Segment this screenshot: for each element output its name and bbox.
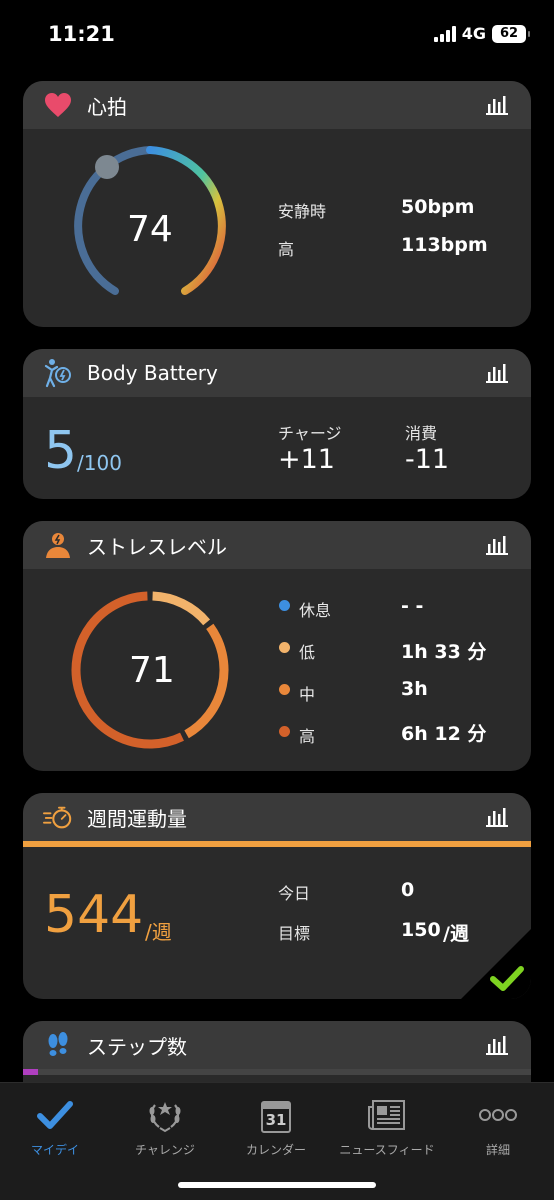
weekly-activity-unit: /週	[145, 920, 172, 944]
status-time: 11:21	[48, 22, 115, 46]
status-right: 4G 62	[433, 24, 530, 43]
home-indicator	[178, 1182, 376, 1188]
steps-title: ステップ数	[87, 1034, 187, 1059]
steps-header: ステップ数	[23, 1021, 531, 1069]
body-battery-header: Body Battery	[23, 349, 531, 397]
stopwatch-icon	[43, 802, 73, 832]
high-hr-value: 113bpm	[401, 234, 488, 256]
stress-title: ストレスレベル	[87, 534, 227, 559]
goal-label: 目標	[278, 924, 311, 943]
bar-chart-icon[interactable]	[485, 1034, 509, 1056]
tab-label: 詳細	[485, 1143, 510, 1157]
tab-label: チャレンジ	[135, 1143, 195, 1157]
charge-value: +11	[278, 444, 335, 475]
stress-segment-low	[152, 591, 211, 626]
more-dots-icon	[443, 1095, 553, 1135]
stress-high-value: 6h 12 分	[401, 723, 487, 745]
stress-rest-value: - -	[401, 595, 424, 617]
tab-label: カレンダー	[245, 1143, 306, 1157]
drain-value: -11	[405, 444, 450, 475]
today-value: 0	[401, 879, 415, 901]
tab-challenges[interactable]: チャレンジ	[110, 1095, 220, 1158]
today-label: 今日	[278, 884, 311, 903]
high-dot	[279, 726, 290, 737]
stress-medium-label: 中	[299, 685, 316, 704]
tab-label: マイデイ	[30, 1143, 79, 1157]
resting-hr-label: 安静時	[278, 202, 327, 221]
low-dot	[279, 642, 290, 653]
signal-icon	[433, 25, 456, 42]
network-type: 4G	[461, 24, 486, 43]
heart-rate-card[interactable]: 心拍 74 安静時 50bpm 高 113bpm	[23, 81, 531, 327]
bar-chart-icon[interactable]	[485, 362, 509, 384]
stress-segment-medium	[184, 623, 229, 739]
newspaper-icon	[332, 1095, 442, 1135]
steps-progress-track	[23, 1069, 531, 1075]
heart-rate-header: 心拍	[23, 81, 531, 129]
body-battery-title: Body Battery	[87, 361, 218, 385]
gauge-marker	[95, 155, 119, 179]
stress-medium-value: 3h	[401, 678, 428, 700]
body-battery-level: 5	[44, 421, 78, 481]
tab-more[interactable]: 詳細	[443, 1095, 553, 1158]
charge-label: チャージ	[278, 424, 342, 443]
stress-card[interactable]: ストレスレベル 71 休息 - - 低 1h 33 分 中 3h 高 6h 12…	[23, 521, 531, 771]
stress-low-value: 1h 33 分	[401, 641, 487, 663]
status-bar: 11:21 4G 62	[0, 0, 554, 64]
bar-chart-icon[interactable]	[485, 94, 509, 116]
heart-rate-current: 74	[127, 209, 173, 250]
stress-person-icon	[43, 530, 73, 560]
resting-hr-value: 50bpm	[401, 196, 475, 218]
heart-icon	[43, 90, 73, 120]
weekly-progress-bar	[23, 841, 531, 847]
stress-rest-label: 休息	[299, 601, 332, 620]
steps-progress-fill	[23, 1069, 38, 1075]
medium-dot	[279, 684, 290, 695]
stress-level: 71	[129, 650, 175, 691]
weekly-activity-card[interactable]: 週間運動量 544 /週 今日 0 目標 150 /週	[23, 793, 531, 999]
body-battery-max: /100	[77, 451, 122, 475]
tab-my-day[interactable]: マイデイ	[0, 1095, 110, 1158]
stress-high-label: 高	[299, 727, 316, 746]
calendar-icon: 31	[221, 1095, 331, 1135]
check-icon	[0, 1095, 110, 1135]
goal-value: 150	[401, 919, 441, 941]
footsteps-icon	[43, 1030, 73, 1060]
drain-label: 消費	[405, 424, 438, 443]
stress-header: ストレスレベル	[23, 521, 531, 569]
body-battery-icon	[43, 358, 73, 388]
tab-calendar[interactable]: 31 カレンダー	[221, 1095, 331, 1158]
heart-rate-title: 心拍	[87, 94, 127, 119]
weekly-activity-value: 544	[44, 885, 144, 945]
body-battery-card[interactable]: Body Battery 5 /100 チャージ +11 消費 -11	[23, 349, 531, 499]
rest-dot	[279, 600, 290, 611]
goal-achieved-badge	[461, 929, 531, 999]
tab-label: ニュースフィード	[339, 1143, 435, 1157]
bar-chart-icon[interactable]	[485, 534, 509, 556]
calendar-day: 31	[265, 1111, 287, 1129]
high-hr-label: 高	[278, 240, 295, 259]
battery-icon: 62	[492, 24, 530, 43]
bar-chart-icon[interactable]	[485, 806, 509, 828]
weekly-activity-header: 週間運動量	[23, 793, 531, 841]
tab-newsfeed[interactable]: ニュースフィード	[332, 1095, 442, 1158]
weekly-activity-title: 週間運動量	[87, 806, 187, 831]
stress-low-label: 低	[299, 643, 316, 662]
laurel-icon	[110, 1095, 220, 1135]
